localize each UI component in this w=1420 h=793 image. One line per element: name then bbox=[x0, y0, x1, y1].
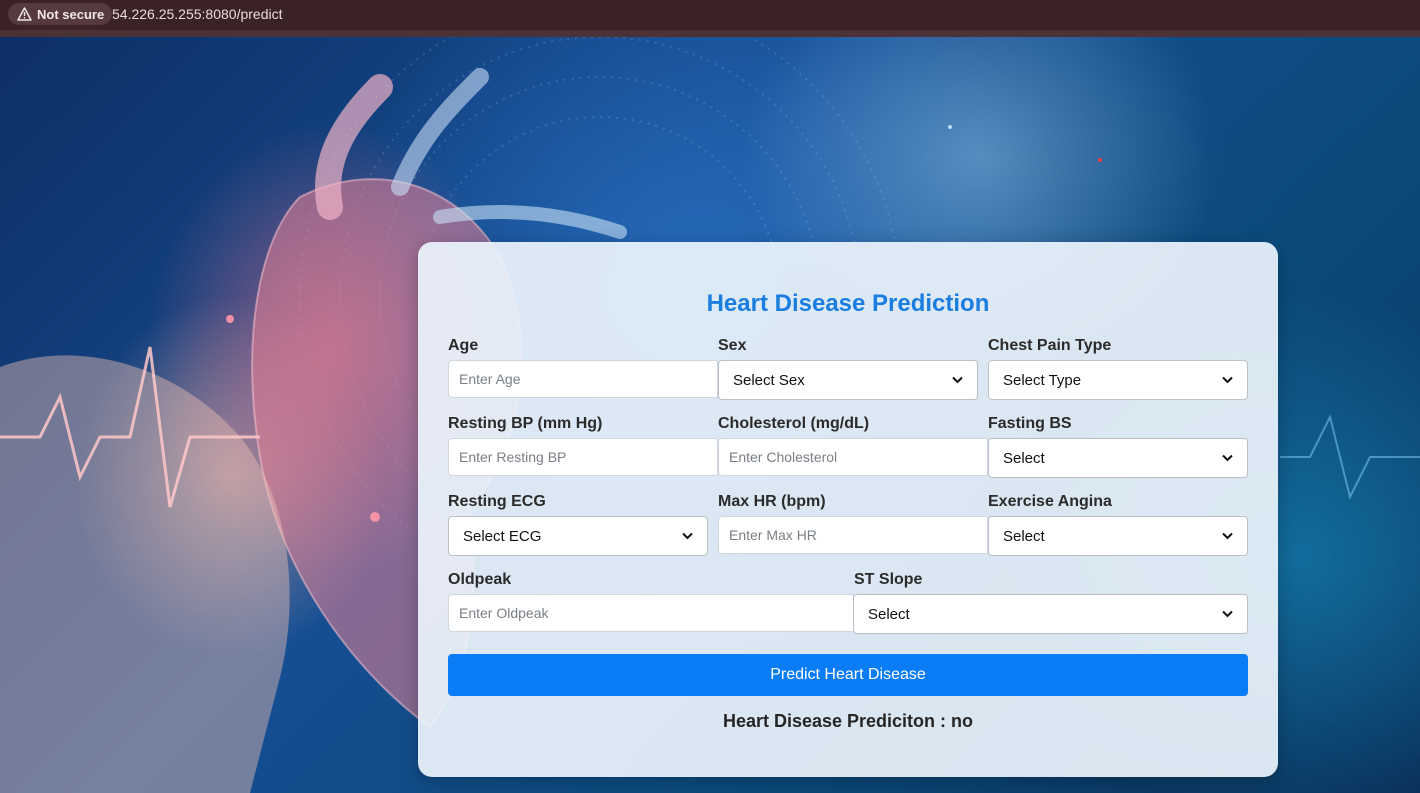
chevron-down-icon bbox=[682, 532, 693, 540]
st-slope-select-value: Select bbox=[868, 605, 910, 623]
age-input[interactable] bbox=[448, 360, 718, 398]
st-slope-select[interactable]: Select bbox=[853, 594, 1248, 634]
chest-pain-select[interactable]: Select Type bbox=[988, 360, 1248, 400]
fasting-bs-select[interactable]: Select bbox=[988, 438, 1248, 478]
exercise-angina-select-value: Select bbox=[1003, 527, 1045, 545]
oldpeak-input[interactable] bbox=[448, 594, 854, 632]
cholesterol-label: Cholesterol (mg/dL) bbox=[718, 415, 870, 432]
max-hr-input[interactable] bbox=[718, 516, 988, 554]
prediction-result: Heart Disease Prediciton : no bbox=[722, 711, 974, 731]
cholesterol-input[interactable] bbox=[718, 438, 988, 476]
oldpeak-label: Oldpeak bbox=[448, 571, 512, 588]
browser-divider bbox=[0, 30, 1420, 37]
resting-ecg-select[interactable]: Select ECG bbox=[448, 516, 708, 556]
security-indicator[interactable]: Not secure bbox=[8, 3, 113, 25]
sex-select-value: Select Sex bbox=[733, 371, 805, 389]
max-hr-label: Max HR (bpm) bbox=[718, 493, 826, 510]
prediction-form-card: Heart Disease Prediction Age Sex Select … bbox=[418, 242, 1278, 777]
exercise-angina-select[interactable]: Select bbox=[988, 516, 1248, 556]
chevron-down-icon bbox=[1222, 376, 1233, 384]
st-slope-label: ST Slope bbox=[854, 571, 923, 588]
resting-ecg-select-value: Select ECG bbox=[463, 527, 542, 545]
security-label: Not secure bbox=[37, 6, 105, 22]
chest-pain-label: Chest Pain Type bbox=[988, 337, 1112, 354]
sex-select[interactable]: Select Sex bbox=[718, 360, 978, 400]
warning-icon bbox=[17, 7, 32, 21]
page-title: Heart Disease Prediction bbox=[706, 290, 990, 317]
chevron-down-icon bbox=[1222, 532, 1233, 540]
chevron-down-icon bbox=[1222, 610, 1233, 618]
chevron-down-icon bbox=[952, 376, 963, 384]
fasting-bs-select-value: Select bbox=[1003, 449, 1045, 467]
browser-address-bar: Not secure 54.226.25.255:8080/predict bbox=[0, 0, 1420, 30]
chevron-down-icon bbox=[1222, 454, 1233, 462]
sex-label: Sex bbox=[718, 337, 747, 354]
predict-button[interactable]: Predict Heart Disease bbox=[448, 654, 1248, 696]
exercise-angina-label: Exercise Angina bbox=[988, 493, 1112, 510]
resting-ecg-label: Resting ECG bbox=[448, 493, 546, 510]
chest-pain-select-value: Select Type bbox=[1003, 371, 1082, 389]
resting-bp-input[interactable] bbox=[448, 438, 718, 476]
fasting-bs-label: Fasting BS bbox=[988, 415, 1072, 432]
url-text[interactable]: 54.226.25.255:8080/predict bbox=[112, 6, 282, 22]
age-label: Age bbox=[448, 337, 479, 354]
resting-bp-label: Resting BP (mm Hg) bbox=[448, 415, 603, 432]
